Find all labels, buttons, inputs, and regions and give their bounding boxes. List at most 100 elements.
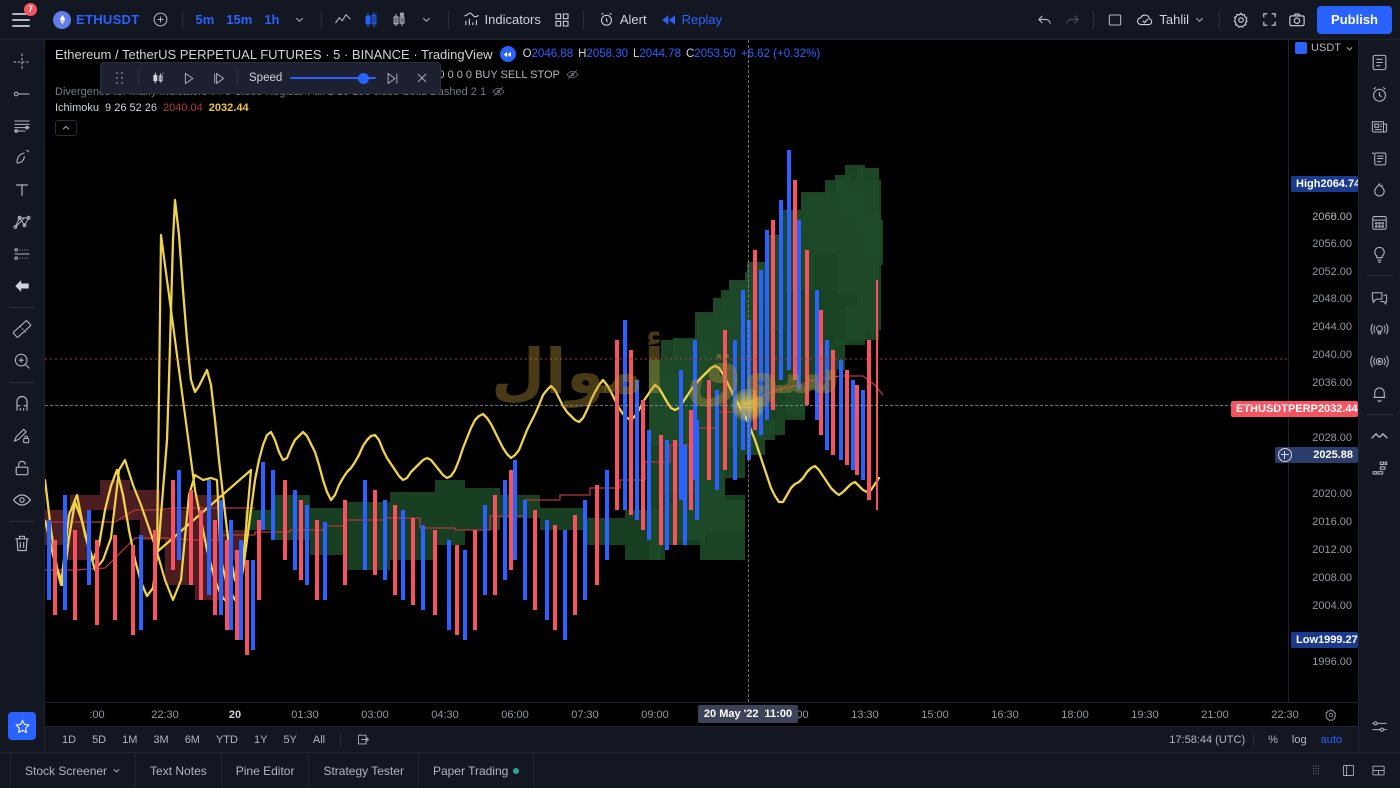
watchlist-panel-button[interactable] — [1363, 46, 1397, 78]
bar-chart-type-button[interactable] — [385, 6, 413, 34]
chart-layout-icon[interactable] — [1364, 757, 1392, 785]
ideas-panel-button[interactable] — [1363, 238, 1397, 270]
goto-date-button[interactable] — [349, 726, 377, 753]
patterns-tool[interactable] — [5, 206, 39, 238]
forecast-tool[interactable] — [5, 238, 39, 270]
replay-close-button[interactable] — [408, 65, 436, 91]
chart-pane[interactable]: سوق أموال Ethereum / TetherUS PERPETUAL … — [45, 40, 1358, 752]
trend-line-tool[interactable] — [5, 78, 39, 110]
candlestick-type-button[interactable] — [357, 6, 385, 34]
lock-drawings-tool[interactable] — [5, 452, 39, 484]
percent-scale-button[interactable]: % — [1262, 731, 1284, 749]
replay-select-bar-button[interactable] — [144, 65, 172, 91]
bottom-tab-stock-screener[interactable]: Stock Screener — [10, 753, 137, 788]
alerts-panel-button[interactable] — [1363, 78, 1397, 110]
snapshot-button[interactable] — [1283, 6, 1311, 34]
calendar-panel-button[interactable] — [1363, 206, 1397, 238]
timeframe-dropdown-button[interactable] — [286, 6, 314, 34]
line-chart-type-button[interactable] — [329, 6, 357, 34]
bottom-tab-paper-trading[interactable]: Paper Trading — [419, 753, 535, 788]
object-tree-panel-button[interactable] — [1363, 452, 1397, 484]
indicators-label: Indicators — [484, 12, 541, 27]
redo-button[interactable] — [1058, 6, 1086, 34]
range-button-1m[interactable]: 1M — [115, 731, 144, 749]
hide-drawings-tool[interactable] — [5, 484, 39, 516]
range-button-all[interactable]: All — [306, 731, 332, 749]
log-scale-button[interactable]: log — [1286, 731, 1313, 749]
replay-speed-slider[interactable] — [290, 70, 377, 86]
timeframe-1h[interactable]: 1h — [258, 7, 285, 33]
replay-control-bar[interactable]: Speed — [100, 62, 442, 94]
layout-select-button[interactable] — [1101, 6, 1129, 34]
pitchfork-tool[interactable] — [5, 142, 39, 174]
streams-panel-button[interactable] — [1363, 345, 1397, 377]
price-axis[interactable]: USDT 2068.00 2060.00 2056.00 2052.00 2048.00… — [1231, 40, 1358, 702]
zoom-tool[interactable] — [5, 345, 39, 377]
chat-panel-button[interactable] — [1363, 281, 1397, 313]
hotlist-panel-button[interactable] — [1363, 174, 1397, 206]
chart-settings-button[interactable] — [1227, 6, 1255, 34]
rail-divider — [1366, 275, 1393, 276]
undo-button[interactable] — [1030, 6, 1058, 34]
chart-type-dropdown-button[interactable] — [413, 6, 441, 34]
settings-panel-button[interactable] — [1363, 710, 1397, 742]
text-tool[interactable] — [5, 174, 39, 206]
save-layout-button[interactable]: Tahlil — [1129, 6, 1212, 34]
replay-button[interactable]: Replay — [654, 6, 729, 34]
drawing-mode-tool[interactable] — [5, 420, 39, 452]
remove-drawings-tool[interactable] — [5, 527, 39, 559]
slider-knob[interactable] — [358, 72, 370, 84]
timeframe-5m[interactable]: 5m — [190, 7, 221, 33]
bottom-tab-pine-editor[interactable]: Pine Editor — [222, 753, 310, 788]
range-button-5y[interactable]: 5Y — [276, 731, 303, 749]
indicator-templates-button[interactable] — [548, 6, 576, 34]
publish-button[interactable]: Publish — [1317, 5, 1392, 34]
crosshair-tool[interactable] — [5, 46, 39, 78]
magnet-tool[interactable] — [5, 388, 39, 420]
chart-clock: 17:58:44 (UTC) — [1169, 733, 1246, 746]
range-button-3m[interactable]: 3M — [146, 731, 175, 749]
add-symbol-button[interactable] — [147, 6, 175, 34]
time-axis[interactable]: :00 22:30 20 01:30 03:00 04:30 06:00 07:30 09:00… — [45, 702, 1358, 752]
arrow-tool[interactable] — [5, 270, 39, 302]
price-tick: 2012.00 — [1312, 544, 1352, 556]
replay-drag-handle[interactable] — [105, 65, 133, 91]
replay-play-button[interactable] — [174, 65, 202, 91]
range-button-5d[interactable]: 5D — [85, 731, 113, 749]
add-alert-plus-icon[interactable] — [1278, 448, 1292, 462]
symbol-search-button[interactable]: ETHUSDT — [46, 6, 147, 34]
legend-collapse-button[interactable] — [55, 120, 77, 136]
replay-skip-to-end-button[interactable] — [378, 65, 406, 91]
alert-button[interactable]: Alert — [591, 6, 654, 34]
horizontal-lines-tool[interactable] — [5, 110, 39, 142]
crosshair-price-tag: 2025.88 — [1275, 447, 1358, 463]
range-button-6m[interactable]: 6M — [178, 731, 207, 749]
time-axis-settings-button[interactable] — [1324, 708, 1338, 722]
news-panel-button[interactable] — [1363, 110, 1397, 142]
price-axis-unit[interactable]: USDT — [1295, 42, 1354, 54]
favorites-tool[interactable] — [8, 712, 36, 740]
range-button-ytd[interactable]: YTD — [209, 731, 245, 749]
bottom-tab-text-notes[interactable]: Text Notes — [136, 753, 222, 788]
fullscreen-button[interactable] — [1255, 6, 1283, 34]
range-button-1d[interactable]: 1D — [55, 731, 83, 749]
range-button-1y[interactable]: 1Y — [247, 731, 274, 749]
time-tick: 09:00 — [641, 709, 669, 721]
public-chats-panel-button[interactable] — [1363, 313, 1397, 345]
chevron-down-icon — [112, 766, 121, 775]
maximize-panel-icon[interactable] — [1334, 757, 1362, 785]
drag-dots-icon — [115, 72, 123, 84]
bottom-tab-strategy-tester[interactable]: Strategy Tester — [309, 753, 419, 788]
trading-panel-button[interactable] — [1363, 420, 1397, 452]
replay-step-forward-button[interactable] — [204, 65, 232, 91]
data-window-panel-button[interactable] — [1363, 142, 1397, 174]
indicators-button[interactable]: Indicators — [456, 6, 548, 34]
notifications-panel-button[interactable] — [1363, 377, 1397, 409]
bottom-tab-label: Paper Trading — [432, 763, 509, 778]
chart-plot-area[interactable] — [45, 40, 1288, 702]
auto-scale-button[interactable]: auto — [1315, 731, 1348, 749]
timeframe-15m[interactable]: 15m — [220, 7, 258, 33]
layout-grid-icon[interactable] — [1304, 757, 1332, 785]
main-menu-button[interactable]: 7 — [10, 2, 37, 33]
measure-tool[interactable] — [5, 313, 39, 345]
